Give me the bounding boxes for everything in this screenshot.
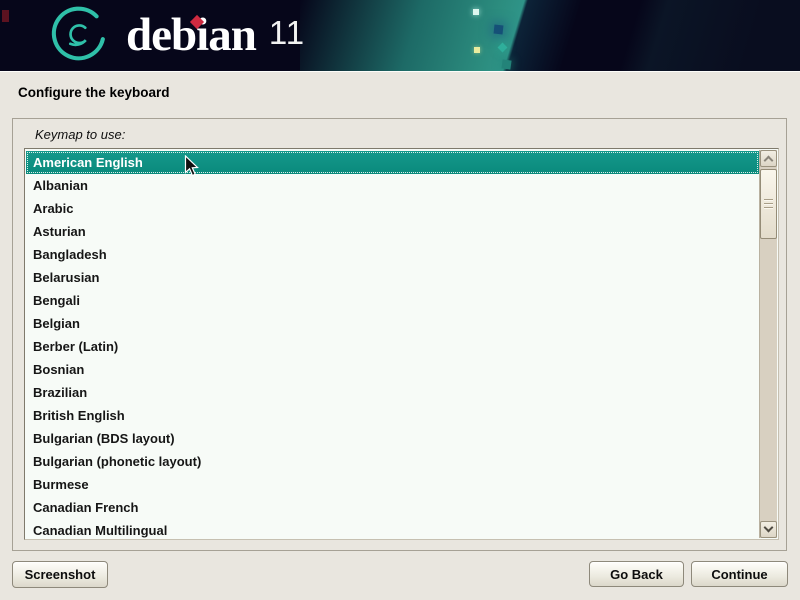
keymap-list-rows: American EnglishAlbanianArabicAsturianBa… — [26, 150, 759, 538]
thumb-grip — [764, 207, 773, 209]
list-item[interactable]: Bangladesh — [26, 243, 759, 266]
scrollbar[interactable] — [759, 150, 777, 538]
keymap-listbox: American EnglishAlbanianArabicAsturianBa… — [24, 148, 779, 540]
thumb-grip — [764, 203, 773, 205]
scroll-down-button[interactable] — [760, 521, 777, 538]
list-item[interactable]: Bosnian — [26, 358, 759, 381]
list-item[interactable]: Burmese — [26, 473, 759, 496]
brand-wordmark: debian 11 — [126, 6, 305, 66]
banner-art-dark-band — [590, 0, 800, 72]
banner-decor-blue-square — [494, 25, 504, 35]
list-item[interactable]: Canadian French — [26, 496, 759, 519]
scroll-up-button[interactable] — [760, 150, 777, 167]
list-item[interactable]: Bengali — [26, 289, 759, 312]
scrollbar-thumb[interactable] — [760, 169, 777, 239]
list-item[interactable]: Bulgarian (phonetic layout) — [26, 450, 759, 473]
continue-button[interactable]: Continue — [691, 561, 788, 587]
screenshot-button[interactable]: Screenshot — [12, 561, 108, 588]
list-item[interactable]: Bulgarian (BDS layout) — [26, 427, 759, 450]
list-item[interactable]: Belarusian — [26, 266, 759, 289]
debian-banner: debian 11 — [0, 0, 800, 72]
list-item[interactable]: Brazilian — [26, 381, 759, 404]
version-number: 11 — [269, 16, 305, 49]
go-back-button[interactable]: Go Back — [589, 561, 684, 587]
debian-swirl-logo-icon — [46, 5, 108, 67]
list-item[interactable]: Asturian — [26, 220, 759, 243]
page-title: Configure the keyboard — [18, 85, 170, 100]
chevron-down-icon — [764, 523, 774, 533]
chevron-up-icon — [764, 156, 774, 166]
banner-decor-red-square — [2, 10, 9, 22]
banner-decor-teal-square — [501, 59, 511, 69]
list-item[interactable]: British English — [26, 404, 759, 427]
list-item[interactable]: Berber (Latin) — [26, 335, 759, 358]
brand-text: debian — [126, 6, 256, 64]
list-item[interactable]: Albanian — [26, 174, 759, 197]
content-frame: Keymap to use: American EnglishAlbanianA… — [12, 118, 787, 551]
banner-art-teal-band — [300, 0, 640, 72]
list-item[interactable]: Canadian Multilingual — [26, 519, 759, 538]
thumb-grip — [764, 199, 773, 201]
list-item[interactable]: Arabic — [26, 197, 759, 220]
list-item[interactable]: American English — [26, 151, 759, 174]
banner-decor-yellow-square — [474, 47, 480, 53]
list-item[interactable]: Belgian — [26, 312, 759, 335]
keymap-label: Keymap to use: — [35, 127, 125, 142]
banner-decor-white-square — [473, 9, 479, 15]
